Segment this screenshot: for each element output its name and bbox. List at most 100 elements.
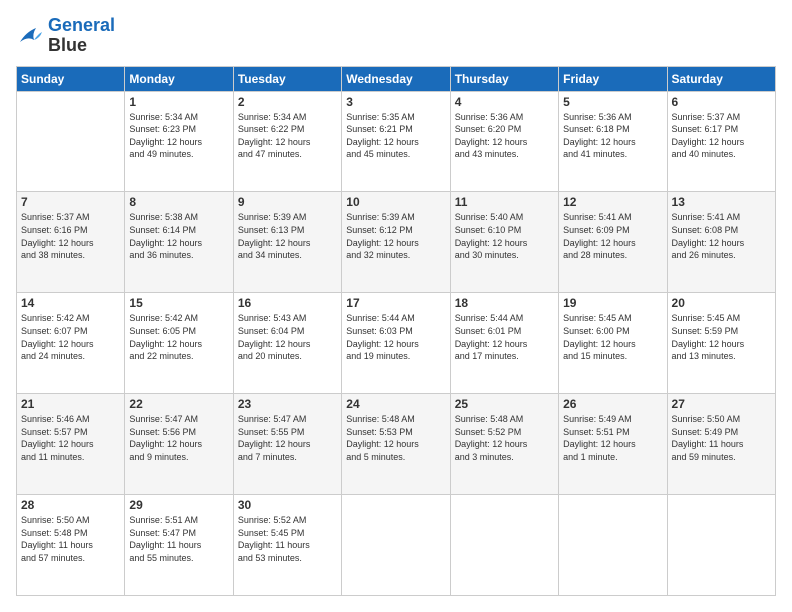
day-number: 13 <box>672 195 771 209</box>
day-number: 22 <box>129 397 228 411</box>
day-number: 28 <box>21 498 120 512</box>
calendar-cell: 6 Sunrise: 5:37 AMSunset: 6:17 PMDaylight… <box>667 91 775 192</box>
day-info: Sunrise: 5:37 AMSunset: 6:16 PMDaylight:… <box>21 211 120 261</box>
day-info: Sunrise: 5:43 AMSunset: 6:04 PMDaylight:… <box>238 312 337 362</box>
calendar-cell <box>342 495 450 596</box>
calendar-cell: 25 Sunrise: 5:48 AMSunset: 5:52 PMDayligh… <box>450 394 558 495</box>
calendar-cell: 16 Sunrise: 5:43 AMSunset: 6:04 PMDayligh… <box>233 293 341 394</box>
day-number: 7 <box>21 195 120 209</box>
weekday-header-wednesday: Wednesday <box>342 66 450 91</box>
day-info: Sunrise: 5:42 AMSunset: 6:07 PMDaylight:… <box>21 312 120 362</box>
calendar-cell: 27Sunrise: 5:50 AMSunset: 5:49 PMDayligh… <box>667 394 775 495</box>
calendar-cell: 12 Sunrise: 5:41 AMSunset: 6:09 PMDayligh… <box>559 192 667 293</box>
day-info: Sunrise: 5:34 AMSunset: 6:23 PMDaylight:… <box>129 111 228 161</box>
calendar-cell: 5 Sunrise: 5:36 AMSunset: 6:18 PMDaylight… <box>559 91 667 192</box>
calendar-cell: 7 Sunrise: 5:37 AMSunset: 6:16 PMDaylight… <box>17 192 125 293</box>
day-info: Sunrise: 5:44 AMSunset: 6:01 PMDaylight:… <box>455 312 554 362</box>
calendar-cell: 21 Sunrise: 5:46 AMSunset: 5:57 PMDayligh… <box>17 394 125 495</box>
day-info: Sunrise: 5:47 AMSunset: 5:56 PMDaylight:… <box>129 413 228 463</box>
calendar-cell: 26 Sunrise: 5:49 AMSunset: 5:51 PMDayligh… <box>559 394 667 495</box>
calendar-week-1: 1 Sunrise: 5:34 AMSunset: 6:23 PMDaylight… <box>17 91 776 192</box>
calendar-cell: 20Sunrise: 5:45 AMSunset: 5:59 PMDayligh… <box>667 293 775 394</box>
calendar-cell: 19Sunrise: 5:45 AMSunset: 6:00 PMDayligh… <box>559 293 667 394</box>
day-number: 14 <box>21 296 120 310</box>
calendar-cell: 13 Sunrise: 5:41 AMSunset: 6:08 PMDayligh… <box>667 192 775 293</box>
day-info: Sunrise: 5:44 AMSunset: 6:03 PMDaylight:… <box>346 312 445 362</box>
calendar-week-5: 28 Sunrise: 5:50 AMSunset: 5:48 PMDayligh… <box>17 495 776 596</box>
calendar-cell: 3 Sunrise: 5:35 AMSunset: 6:21 PMDaylight… <box>342 91 450 192</box>
calendar-cell: 29 Sunrise: 5:51 AMSunset: 5:47 PMDayligh… <box>125 495 233 596</box>
calendar-cell: 23Sunrise: 5:47 AMSunset: 5:55 PMDayligh… <box>233 394 341 495</box>
weekday-header-monday: Monday <box>125 66 233 91</box>
day-number: 1 <box>129 95 228 109</box>
calendar-cell: 9 Sunrise: 5:39 AMSunset: 6:13 PMDaylight… <box>233 192 341 293</box>
day-info: Sunrise: 5:50 AMSunset: 5:48 PMDaylight:… <box>21 514 120 564</box>
day-info: Sunrise: 5:51 AMSunset: 5:47 PMDaylight:… <box>129 514 228 564</box>
day-number: 6 <box>672 95 771 109</box>
logo-text: GeneralBlue <box>48 16 115 56</box>
day-info: Sunrise: 5:49 AMSunset: 5:51 PMDaylight:… <box>563 413 662 463</box>
calendar-cell: 8 Sunrise: 5:38 AMSunset: 6:14 PMDaylight… <box>125 192 233 293</box>
calendar-cell <box>450 495 558 596</box>
calendar-table: SundayMondayTuesdayWednesdayThursdayFrid… <box>16 66 776 596</box>
day-number: 9 <box>238 195 337 209</box>
calendar-cell: 24Sunrise: 5:48 AMSunset: 5:53 PMDayligh… <box>342 394 450 495</box>
calendar-cell: 14 Sunrise: 5:42 AMSunset: 6:07 PMDayligh… <box>17 293 125 394</box>
day-number: 30 <box>238 498 337 512</box>
day-info: Sunrise: 5:39 AMSunset: 6:13 PMDaylight:… <box>238 211 337 261</box>
day-number: 21 <box>21 397 120 411</box>
calendar-cell: 22 Sunrise: 5:47 AMSunset: 5:56 PMDayligh… <box>125 394 233 495</box>
day-number: 8 <box>129 195 228 209</box>
day-number: 23 <box>238 397 337 411</box>
weekday-header-tuesday: Tuesday <box>233 66 341 91</box>
calendar-cell: 2Sunrise: 5:34 AMSunset: 6:22 PMDaylight… <box>233 91 341 192</box>
calendar-cell: 4 Sunrise: 5:36 AMSunset: 6:20 PMDaylight… <box>450 91 558 192</box>
day-info: Sunrise: 5:36 AMSunset: 6:20 PMDaylight:… <box>455 111 554 161</box>
logo: GeneralBlue <box>16 16 115 56</box>
weekday-header-saturday: Saturday <box>667 66 775 91</box>
day-number: 16 <box>238 296 337 310</box>
day-number: 4 <box>455 95 554 109</box>
day-info: Sunrise: 5:36 AMSunset: 6:18 PMDaylight:… <box>563 111 662 161</box>
day-info: Sunrise: 5:45 AMSunset: 6:00 PMDaylight:… <box>563 312 662 362</box>
day-info: Sunrise: 5:38 AMSunset: 6:14 PMDaylight:… <box>129 211 228 261</box>
calendar-week-2: 7 Sunrise: 5:37 AMSunset: 6:16 PMDaylight… <box>17 192 776 293</box>
day-number: 15 <box>129 296 228 310</box>
day-number: 24 <box>346 397 445 411</box>
logo-icon <box>16 24 44 48</box>
day-info: Sunrise: 5:46 AMSunset: 5:57 PMDaylight:… <box>21 413 120 463</box>
calendar-cell: 11Sunrise: 5:40 AMSunset: 6:10 PMDayligh… <box>450 192 558 293</box>
day-info: Sunrise: 5:45 AMSunset: 5:59 PMDaylight:… <box>672 312 771 362</box>
calendar-cell: 15Sunrise: 5:42 AMSunset: 6:05 PMDayligh… <box>125 293 233 394</box>
day-info: Sunrise: 5:35 AMSunset: 6:21 PMDaylight:… <box>346 111 445 161</box>
page-header: GeneralBlue <box>16 16 776 56</box>
calendar-cell <box>17 91 125 192</box>
calendar-week-3: 14 Sunrise: 5:42 AMSunset: 6:07 PMDayligh… <box>17 293 776 394</box>
day-info: Sunrise: 5:48 AMSunset: 5:52 PMDaylight:… <box>455 413 554 463</box>
day-number: 18 <box>455 296 554 310</box>
day-info: Sunrise: 5:37 AMSunset: 6:17 PMDaylight:… <box>672 111 771 161</box>
calendar-cell: 1 Sunrise: 5:34 AMSunset: 6:23 PMDaylight… <box>125 91 233 192</box>
weekday-header-row: SundayMondayTuesdayWednesdayThursdayFrid… <box>17 66 776 91</box>
day-number: 10 <box>346 195 445 209</box>
calendar-cell: 30 Sunrise: 5:52 AMSunset: 5:45 PMDayligh… <box>233 495 341 596</box>
day-info: Sunrise: 5:52 AMSunset: 5:45 PMDaylight:… <box>238 514 337 564</box>
weekday-header-friday: Friday <box>559 66 667 91</box>
calendar-cell: 10 Sunrise: 5:39 AMSunset: 6:12 PMDayligh… <box>342 192 450 293</box>
day-info: Sunrise: 5:41 AMSunset: 6:08 PMDaylight:… <box>672 211 771 261</box>
calendar-cell <box>559 495 667 596</box>
day-number: 12 <box>563 195 662 209</box>
day-info: Sunrise: 5:41 AMSunset: 6:09 PMDaylight:… <box>563 211 662 261</box>
day-number: 26 <box>563 397 662 411</box>
calendar-cell: 28 Sunrise: 5:50 AMSunset: 5:48 PMDayligh… <box>17 495 125 596</box>
day-number: 29 <box>129 498 228 512</box>
weekday-header-thursday: Thursday <box>450 66 558 91</box>
day-number: 5 <box>563 95 662 109</box>
calendar-cell: 18 Sunrise: 5:44 AMSunset: 6:01 PMDayligh… <box>450 293 558 394</box>
day-info: Sunrise: 5:39 AMSunset: 6:12 PMDaylight:… <box>346 211 445 261</box>
calendar-cell: 17Sunrise: 5:44 AMSunset: 6:03 PMDayligh… <box>342 293 450 394</box>
day-number: 25 <box>455 397 554 411</box>
day-number: 2 <box>238 95 337 109</box>
day-number: 27 <box>672 397 771 411</box>
day-number: 3 <box>346 95 445 109</box>
